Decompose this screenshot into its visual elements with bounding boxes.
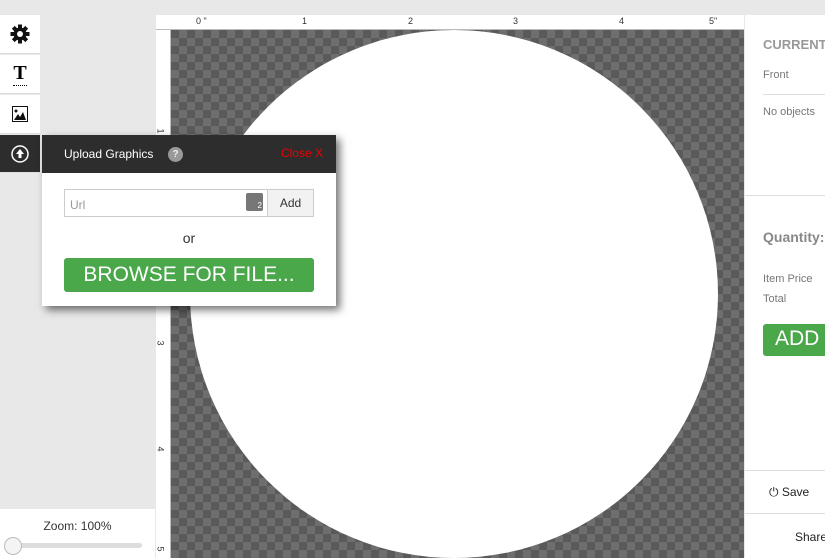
right-panel: CURRENT Front No objects Quantity: Item … bbox=[745, 15, 825, 558]
ruler-label: 5" bbox=[709, 16, 718, 26]
share-button[interactable]: Share bbox=[795, 530, 825, 544]
settings-tool[interactable] bbox=[0, 15, 40, 54]
zoom-slider-track[interactable] bbox=[8, 543, 142, 548]
image-tool[interactable] bbox=[0, 95, 40, 134]
ruler-label: 1 bbox=[302, 16, 308, 26]
ruler-label: 4 bbox=[619, 16, 625, 26]
url-paste-icon: 2 bbox=[246, 193, 263, 211]
save-label: Save bbox=[781, 485, 810, 499]
zoom-slider-thumb[interactable] bbox=[4, 537, 22, 555]
add-to-cart-button[interactable]: ADD bbox=[763, 324, 825, 356]
objects-status: No objects bbox=[763, 106, 815, 118]
zoom-label: Zoom: 100% bbox=[43, 519, 112, 533]
zoom-control: Zoom: 100% bbox=[0, 509, 155, 558]
ruler-label: 3 bbox=[513, 16, 519, 26]
ruler-label: 3 bbox=[155, 340, 166, 346]
save-button[interactable]: ⏻ Save bbox=[769, 485, 809, 500]
item-price-label: Item Price bbox=[763, 273, 813, 285]
text-icon: T bbox=[13, 62, 27, 86]
text-tool[interactable]: T bbox=[0, 55, 40, 94]
ruler-label: 0 " bbox=[196, 16, 207, 26]
popup-header: Upload Graphics ? Close X bbox=[42, 135, 336, 173]
help-icon[interactable]: ? bbox=[168, 147, 183, 162]
gear-icon bbox=[10, 24, 30, 44]
add-url-button[interactable]: Add bbox=[267, 189, 314, 217]
upload-icon bbox=[11, 144, 29, 163]
total-label: Total bbox=[763, 293, 787, 305]
ruler-label: 5 bbox=[155, 546, 166, 552]
side-front[interactable]: Front bbox=[763, 69, 789, 81]
save-icon: ⏻ bbox=[769, 485, 782, 499]
or-separator: or bbox=[182, 230, 196, 246]
upload-tool[interactable] bbox=[0, 135, 40, 173]
current-heading: CURRENT bbox=[763, 37, 825, 52]
popup-title: Upload Graphics bbox=[64, 147, 154, 161]
browse-file-button[interactable]: BROWSE FOR FILE... bbox=[64, 258, 314, 292]
quantity-label: Quantity: bbox=[763, 229, 825, 245]
url-input[interactable]: Url bbox=[64, 189, 268, 217]
ruler-label: 2 bbox=[408, 16, 414, 26]
image-icon bbox=[12, 106, 28, 122]
ruler-horizontal: 0 " 1 2 3 4 5" bbox=[156, 15, 744, 30]
upload-graphics-popup: Upload Graphics ? Close X Url 2 Add or B… bbox=[42, 135, 336, 306]
close-button[interactable]: Close X bbox=[281, 146, 323, 160]
ruler-label: 1 bbox=[155, 128, 166, 134]
ruler-label: 4 bbox=[155, 446, 166, 452]
